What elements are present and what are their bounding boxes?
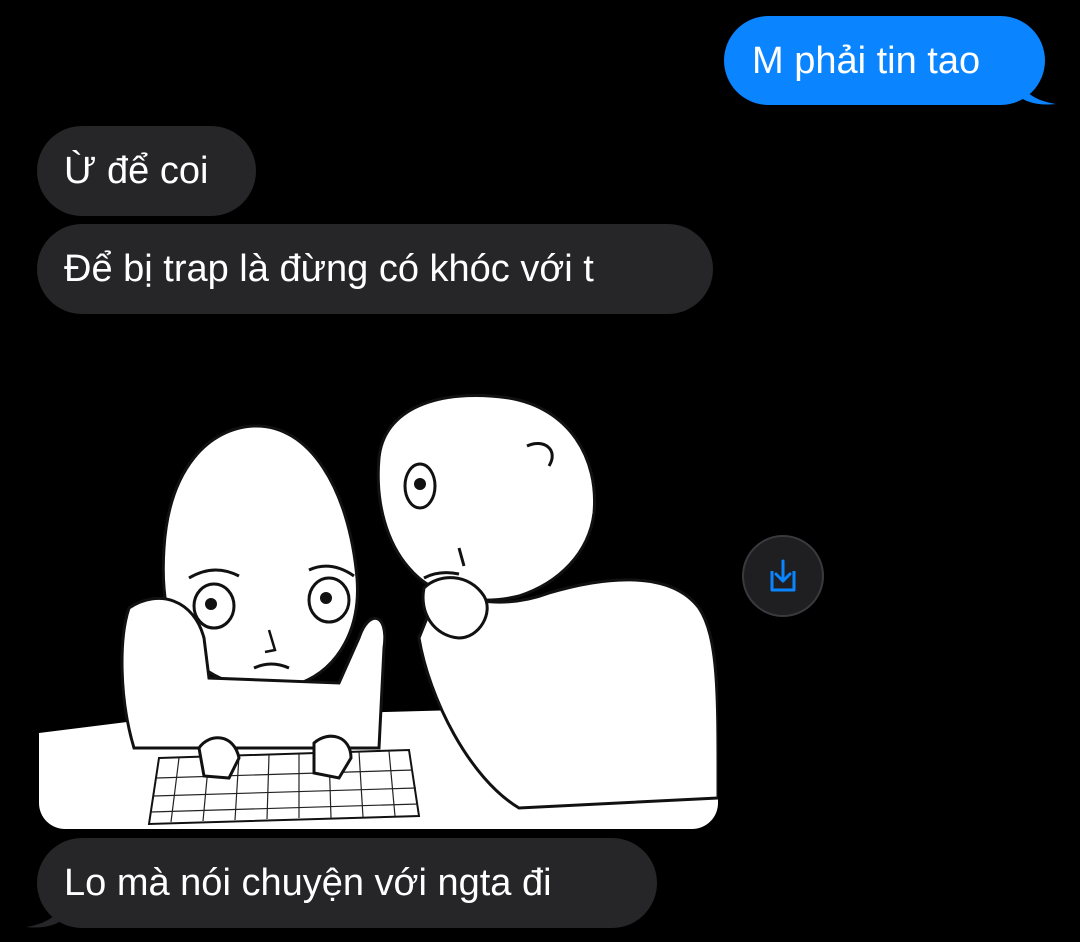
download-tray-icon [770,559,796,592]
save-image-button[interactable] [742,535,824,617]
image-attachment[interactable] [39,338,718,829]
incoming-message-bubble[interactable]: Lo mà nói chuyện với ngta đi [26,838,657,928]
incoming-message-bubble[interactable]: Ừ để coi [37,126,256,216]
bubble-tail [1016,72,1056,105]
incoming-message-bubble[interactable]: Để bị trap là đừng có khóc với t [37,224,713,314]
bubble-tail [26,895,66,928]
message-text: Ừ để coi [64,150,209,192]
outgoing-message-bubble[interactable]: M phải tin tao [724,16,1056,105]
message-text: Lo mà nói chuyện với ngta đi [64,862,552,904]
message-text: M phải tin tao [752,40,981,82]
message-text: Để bị trap là đừng có khóc với t [64,248,594,290]
meme-drawing [39,338,718,829]
